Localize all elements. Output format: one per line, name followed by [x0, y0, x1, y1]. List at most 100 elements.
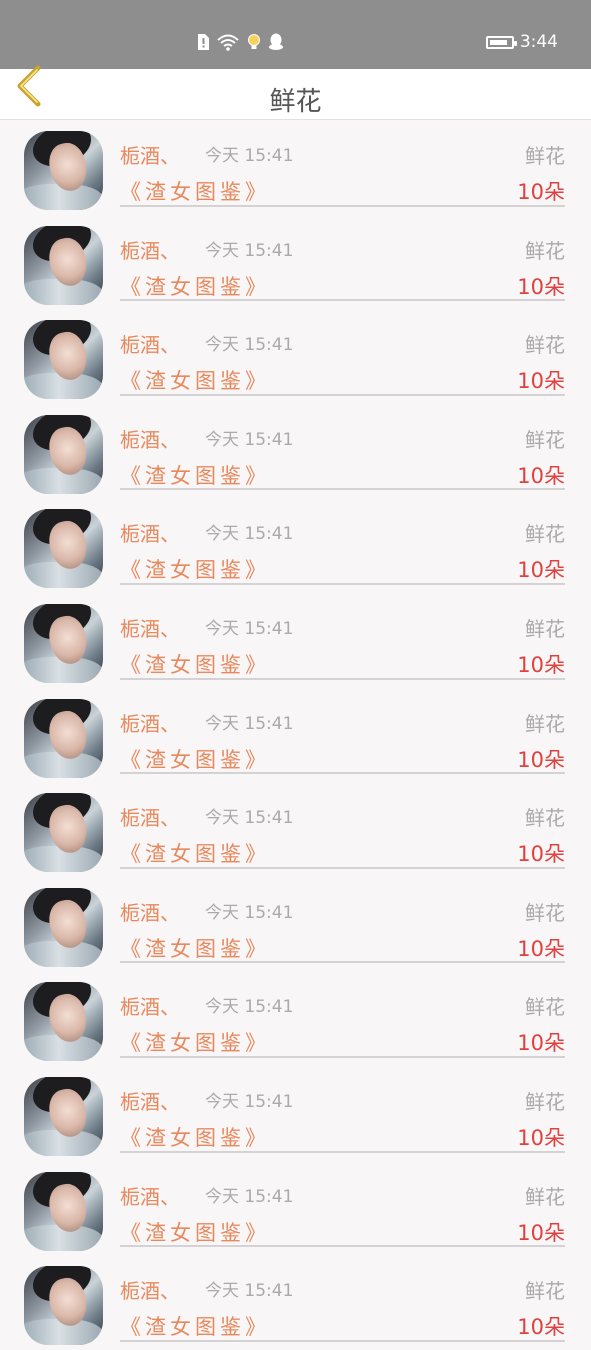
book-title[interactable]: 《渣女图鉴》 [120, 1217, 270, 1247]
divider [120, 866, 565, 869]
gift-type: 鲜花 [525, 144, 565, 168]
avatar[interactable] [24, 698, 103, 778]
list-item[interactable]: 栀酒、 今天 15:41 鲜花 《渣女图鉴》 10朵 [0, 877, 591, 972]
timestamp: 今天 15:41 [205, 429, 294, 450]
gift-type: 鲜花 [525, 1089, 565, 1114]
avatar[interactable] [24, 1266, 103, 1346]
avatar[interactable] [24, 320, 103, 400]
book-title[interactable]: 《渣女图鉴》 [120, 460, 270, 490]
avatar[interactable] [24, 1076, 103, 1156]
gift-count: 10朵 [517, 1125, 565, 1150]
divider [120, 1150, 565, 1153]
gift-count: 10朵 [517, 936, 565, 961]
gift-type: 鲜花 [525, 1279, 565, 1304]
user-nickname[interactable]: 栀酒、 [120, 613, 180, 642]
list-item[interactable]: 栀酒、 今天 15:41 鲜花 《渣女图鉴》 10朵 [0, 782, 591, 877]
avatar[interactable] [24, 982, 103, 1062]
timestamp: 今天 15:41 [205, 997, 294, 1018]
user-nickname[interactable]: 栀酒、 [120, 897, 180, 926]
user-nickname[interactable]: 栀酒、 [120, 424, 180, 453]
gift-count: 10朵 [517, 369, 565, 394]
gift-type: 鲜花 [525, 427, 565, 452]
user-nickname[interactable]: 栀酒、 [120, 1275, 180, 1304]
user-nickname[interactable]: 栀酒、 [120, 1086, 180, 1115]
divider [120, 677, 565, 680]
timestamp: 今天 15:41 [205, 902, 294, 923]
gift-count: 10朵 [517, 180, 565, 204]
avatar[interactable] [24, 225, 103, 305]
divider [120, 961, 565, 964]
gift-count: 10朵 [517, 1315, 565, 1340]
gift-count: 10朵 [517, 463, 565, 488]
title-bar: 鲜花 [0, 65, 591, 120]
list-item[interactable]: 栀酒、 今天 15:41 鲜花 《渣女图鉴》 10朵 [0, 1161, 591, 1256]
divider [120, 488, 565, 491]
gift-record-list: 栀酒、 今天 15:41 鲜花 《渣女图鉴》 10朵 栀酒、 今天 15:41 … [0, 120, 591, 1350]
divider [120, 1339, 565, 1342]
list-item[interactable]: 栀酒、 今天 15:41 鲜花 《渣女图鉴》 10朵 [0, 215, 591, 310]
gift-type: 鲜花 [525, 238, 565, 263]
timestamp: 今天 15:41 [205, 1091, 294, 1112]
status-right: 3:44 [485, 32, 558, 52]
timestamp: 今天 15:41 [205, 808, 294, 829]
user-nickname[interactable]: 栀酒、 [120, 1181, 180, 1210]
bulb-icon [248, 34, 260, 49]
list-item[interactable]: 栀酒、 今天 15:41 鲜花 《渣女图鉴》 10朵 [0, 404, 591, 499]
sim-alert-icon [198, 34, 209, 50]
book-title[interactable]: 《渣女图鉴》 [120, 176, 270, 206]
avatar[interactable] [24, 131, 103, 210]
gift-count: 10朵 [517, 274, 565, 299]
timestamp: 今天 15:41 [205, 1186, 294, 1207]
page-title: 鲜花 [269, 87, 322, 117]
book-title[interactable]: 《渣女图鉴》 [120, 649, 270, 679]
divider [120, 393, 565, 396]
avatar[interactable] [24, 603, 103, 683]
book-title[interactable]: 《渣女图鉴》 [120, 271, 270, 301]
gift-type: 鲜花 [525, 1184, 565, 1209]
divider [120, 1245, 565, 1248]
gift-type: 鲜花 [525, 995, 565, 1020]
avatar[interactable] [24, 414, 103, 494]
user-nickname[interactable]: 栀酒、 [120, 140, 180, 169]
gift-type: 鲜花 [525, 616, 565, 641]
list-item[interactable]: 栀酒、 今天 15:41 鲜花 《渣女图鉴》 10朵 [0, 593, 591, 688]
book-title[interactable]: 《渣女图鉴》 [120, 554, 270, 584]
avatar[interactable] [24, 509, 103, 589]
divider [120, 582, 565, 585]
timestamp: 今天 15:41 [205, 713, 294, 734]
book-title[interactable]: 《渣女图鉴》 [120, 933, 270, 963]
list-item[interactable]: 栀酒、 今天 15:41 鲜花 《渣女图鉴》 10朵 [0, 688, 591, 783]
book-title[interactable]: 《渣女图鉴》 [120, 365, 270, 395]
status-icons [196, 33, 284, 51]
divider [120, 1055, 565, 1058]
timestamp: 今天 15:41 [205, 335, 294, 356]
list-item[interactable]: 栀酒、 今天 15:41 鲜花 《渣女图鉴》 10朵 [0, 1255, 591, 1350]
avatar[interactable] [24, 887, 103, 967]
book-title[interactable]: 《渣女图鉴》 [120, 1122, 270, 1152]
user-nickname[interactable]: 栀酒、 [120, 518, 180, 547]
avatar[interactable] [24, 1171, 103, 1251]
avatar[interactable] [24, 793, 103, 873]
gift-type: 鲜花 [525, 806, 565, 831]
user-nickname[interactable]: 栀酒、 [120, 802, 180, 831]
status-bar: 3:44 [0, 0, 591, 69]
divider [120, 772, 565, 775]
book-title[interactable]: 《渣女图鉴》 [120, 744, 270, 774]
book-title[interactable]: 《渣女图鉴》 [120, 838, 270, 868]
list-item[interactable]: 栀酒、 今天 15:41 鲜花 《渣女图鉴》 10朵 [0, 971, 591, 1066]
gift-count: 10朵 [517, 1031, 565, 1056]
book-title[interactable]: 《渣女图鉴》 [120, 1027, 270, 1057]
list-item[interactable]: 栀酒、 今天 15:41 鲜花 《渣女图鉴》 10朵 [0, 309, 591, 404]
list-item[interactable]: 栀酒、 今天 15:41 鲜花 《渣女图鉴》 10朵 [0, 498, 591, 593]
user-nickname[interactable]: 栀酒、 [120, 708, 180, 737]
user-nickname[interactable]: 栀酒、 [120, 991, 180, 1020]
user-nickname[interactable]: 栀酒、 [120, 235, 180, 264]
user-nickname[interactable]: 栀酒、 [120, 329, 180, 358]
qq-icon [269, 33, 283, 50]
list-item[interactable]: 栀酒、 今天 15:41 鲜花 《渣女图鉴》 10朵 [0, 120, 591, 215]
book-title[interactable]: 《渣女图鉴》 [120, 1311, 270, 1341]
gift-type: 鲜花 [525, 333, 565, 358]
gift-type: 鲜花 [525, 711, 565, 736]
list-item[interactable]: 栀酒、 今天 15:41 鲜花 《渣女图鉴》 10朵 [0, 1066, 591, 1161]
battery-icon [485, 35, 517, 49]
